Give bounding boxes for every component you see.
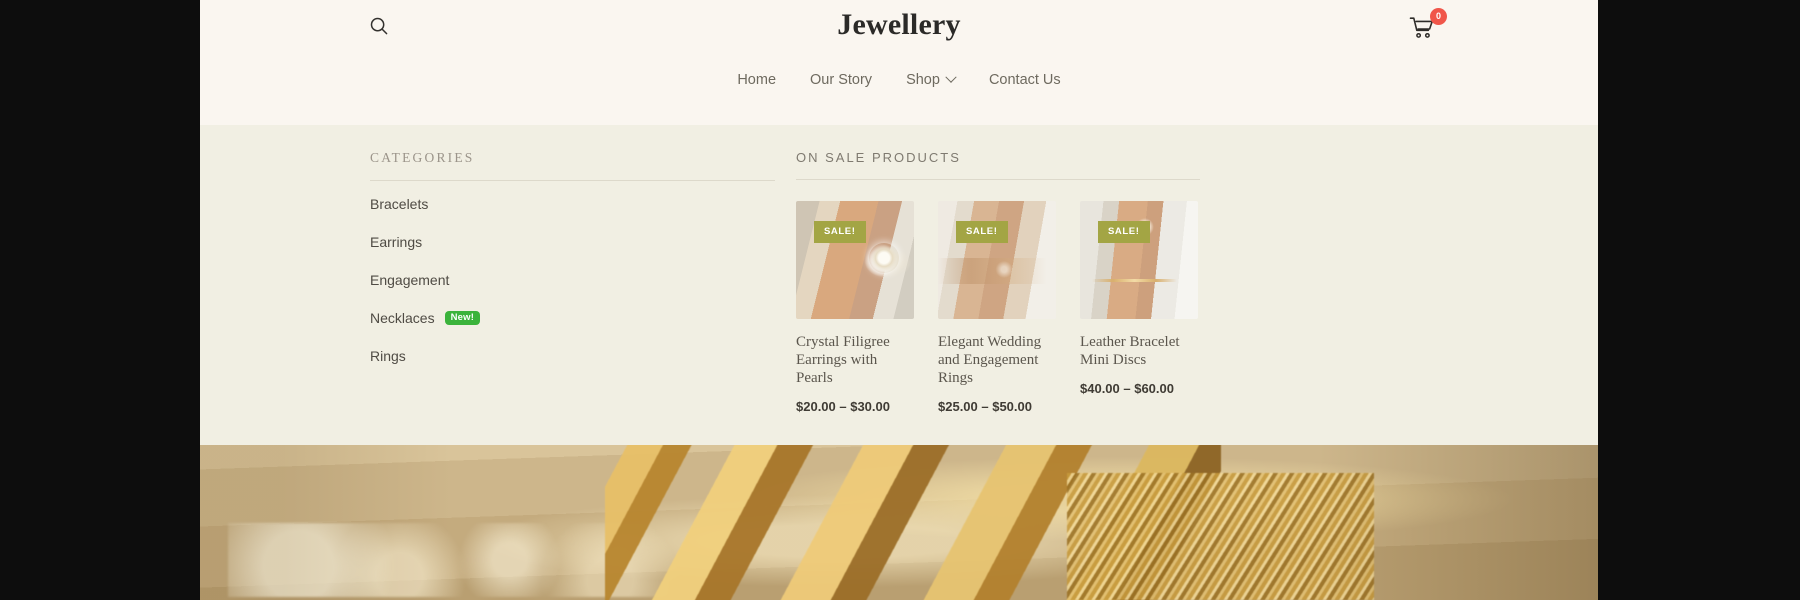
product-price: $20.00 – $30.00 [796, 399, 890, 414]
sale-badge: SALE! [814, 221, 866, 243]
product-thumbnail[interactable]: SALE! [796, 201, 914, 319]
nav-label: Contact Us [988, 72, 1061, 88]
product-image [938, 201, 1056, 319]
product-thumbnail[interactable]: SALE! [1080, 201, 1198, 319]
nav-item-shop[interactable]: Shop [906, 71, 957, 88]
categories-widget: CATEGORIES Bracelets Earrings Engagement… [370, 150, 775, 375]
product-title[interactable]: Crystal Filigree Earrings with Pearls [796, 319, 914, 387]
on-sale-widget-title: ON SALE PRODUCTS [796, 150, 961, 165]
nav-label: Shop [906, 72, 940, 88]
hero-banner-image [200, 445, 1598, 600]
product-title[interactable]: Leather Bracelet Mini Discs [1080, 319, 1198, 369]
nav-label: Our Story [810, 72, 873, 88]
on-sale-products-widget: ON SALE PRODUCTS SALE! Crystal Filigree … [796, 150, 1200, 414]
category-label: Engagement [370, 272, 450, 288]
product-title[interactable]: Elegant Wedding and Engagement Rings [938, 319, 1056, 387]
brand-logo[interactable]: Jewellery [200, 8, 1598, 42]
nav-item-our-story[interactable]: Our Story [810, 72, 872, 88]
new-badge: New! [444, 310, 481, 326]
categories-widget-title: CATEGORIES [370, 150, 475, 165]
cart-count-badge: 0 [1430, 8, 1447, 25]
chevron-down-icon [945, 71, 957, 83]
category-item-engagement[interactable]: Engagement [370, 261, 775, 299]
page-container: Jewellery 0 Home Our Story Shop Contact … [200, 0, 1598, 600]
product-image [1080, 201, 1198, 319]
category-item-bracelets[interactable]: Bracelets [370, 185, 775, 223]
category-item-necklaces[interactable]: Necklaces New! [370, 299, 775, 337]
widget-area: CATEGORIES Bracelets Earrings Engagement… [200, 125, 1598, 445]
product-card[interactable]: SALE! Leather Bracelet Mini Discs $40.00… [1080, 201, 1198, 414]
nav-item-home[interactable]: Home [737, 72, 776, 88]
product-card[interactable]: SALE! Crystal Filigree Earrings with Pea… [796, 201, 914, 414]
category-item-rings[interactable]: Rings [370, 337, 775, 375]
product-price: $25.00 – $50.00 [938, 399, 1032, 414]
category-label: Bracelets [370, 196, 429, 212]
category-label: Earrings [370, 234, 423, 250]
sale-badge: SALE! [956, 221, 1008, 243]
nav-item-contact-us[interactable]: Contact Us [989, 72, 1061, 88]
product-thumbnail[interactable]: SALE! [938, 201, 1056, 319]
site-header: Jewellery 0 Home Our Story Shop Contact … [200, 0, 1598, 125]
product-price: $40.00 – $60.00 [1080, 381, 1174, 396]
sale-badge: SALE! [1098, 221, 1150, 243]
product-grid: SALE! Crystal Filigree Earrings with Pea… [796, 180, 1200, 414]
product-image [796, 201, 914, 319]
category-item-earrings[interactable]: Earrings [370, 223, 775, 261]
category-label: Rings [370, 348, 406, 364]
category-list: Bracelets Earrings Engagement Necklaces … [370, 181, 775, 375]
product-card[interactable]: SALE! Elegant Wedding and Engagement Rin… [938, 201, 1056, 414]
main-navigation: Home Our Story Shop Contact Us [200, 71, 1598, 88]
category-label: Necklaces [370, 310, 435, 326]
hero-vignette [200, 445, 1598, 600]
nav-label: Home [737, 72, 777, 88]
cart-button[interactable]: 0 [1409, 8, 1447, 42]
